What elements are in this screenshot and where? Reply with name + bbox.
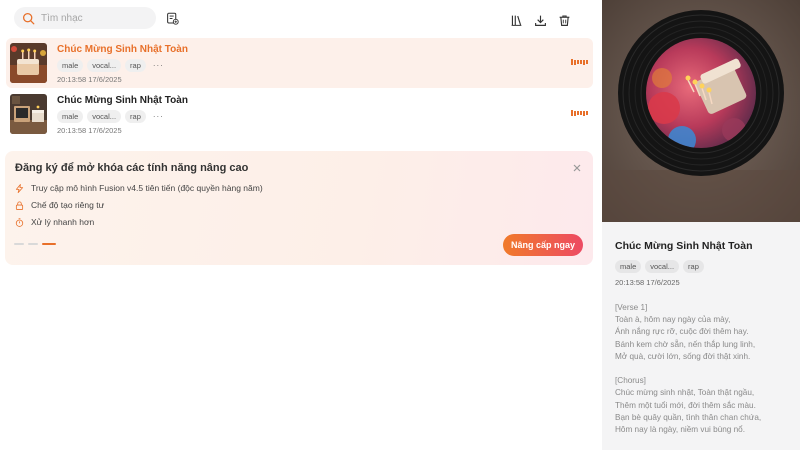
carousel-dot[interactable] (28, 243, 38, 245)
tag-chip[interactable]: male (57, 59, 84, 72)
song-tags: male vocal... rap ··· (57, 59, 164, 72)
upgrade-now-button[interactable]: Nâng cấp ngay (503, 234, 583, 256)
detail-tags: male vocal... rap (615, 260, 704, 273)
lightning-icon (15, 183, 24, 193)
waveform-icon (570, 59, 588, 65)
promo-feature: Chế độ tạo riêng tư (15, 200, 104, 210)
trash-icon (559, 15, 569, 26)
carousel-dot[interactable] (14, 243, 24, 245)
tag-chip[interactable]: rap (125, 59, 146, 72)
lyrics-text: [Verse 1] Toàn à, hôm nay ngày của mày, … (615, 303, 762, 435)
song-thumbnail (10, 43, 47, 83)
song-timestamp: 20:13:58 17/6/2025 (57, 126, 122, 135)
feature-text: Chế độ tạo riêng tư (31, 200, 105, 210)
feature-text: Xử lý nhanh hơn (31, 217, 95, 227)
song-row[interactable]: Chúc Mừng Sinh Nhật Toàn male vocal... r… (6, 38, 593, 88)
song-tags: male vocal... rap ··· (57, 110, 164, 123)
waveform-icon (570, 110, 588, 116)
tag-chip[interactable]: rap (125, 110, 146, 123)
carousel-indicators (14, 243, 56, 245)
vinyl-cover-art (602, 0, 800, 222)
download-button[interactable] (531, 11, 549, 29)
search-icon (22, 12, 35, 24)
detail-timestamp: 20:13:58 17/6/2025 (615, 278, 680, 287)
library-icon (511, 15, 521, 26)
song-detail-panel: Chúc Mừng Sinh Nhật Toàn male vocal... r… (602, 0, 800, 450)
song-title: Chúc Mừng Sinh Nhật Toàn (57, 44, 188, 55)
close-icon[interactable] (571, 162, 583, 174)
promo-title: Đăng ký để mở khóa các tính năng nâng ca… (15, 162, 249, 174)
lock-icon (15, 201, 24, 210)
playlist-add-icon (166, 12, 179, 25)
song-thumbnail (10, 94, 47, 134)
download-icon (534, 15, 546, 26)
song-title: Chúc Mừng Sinh Nhật Toàn (57, 95, 188, 106)
upgrade-promo-card: Đăng ký để mở khóa các tính năng nâng ca… (5, 151, 593, 265)
more-options-icon[interactable]: ··· (153, 112, 164, 121)
search-input[interactable] (41, 12, 151, 24)
tag-chip[interactable]: male (615, 260, 642, 273)
search-bar[interactable] (14, 7, 156, 29)
promo-feature: Truy cập mô hình Fusion v4.5 tiên tiến (… (15, 183, 263, 193)
song-row[interactable]: Chúc Mừng Sinh Nhật Toàn male vocal... r… (6, 89, 593, 139)
feature-text: Truy cập mô hình Fusion v4.5 tiên tiến (… (31, 183, 263, 193)
song-timestamp: 20:13:58 17/6/2025 (57, 75, 122, 84)
library-button[interactable] (507, 11, 525, 29)
song-list-panel: Chúc Mừng Sinh Nhật Toàn male vocal... r… (0, 0, 602, 450)
tag-chip[interactable]: vocal... (87, 110, 122, 123)
detail-song-title: Chúc Mừng Sinh Nhật Toàn (615, 240, 753, 252)
tag-chip[interactable]: rap (683, 260, 704, 273)
carousel-dot-active[interactable] (42, 243, 56, 245)
tag-chip[interactable]: vocal... (645, 260, 680, 273)
more-options-icon[interactable]: ··· (153, 61, 164, 70)
playlist-add-button[interactable] (163, 9, 181, 27)
stopwatch-icon (15, 217, 24, 227)
tag-chip[interactable]: male (57, 110, 84, 123)
promo-feature: Xử lý nhanh hơn (15, 217, 94, 227)
tag-chip[interactable]: vocal... (87, 59, 122, 72)
delete-button[interactable] (555, 11, 573, 29)
